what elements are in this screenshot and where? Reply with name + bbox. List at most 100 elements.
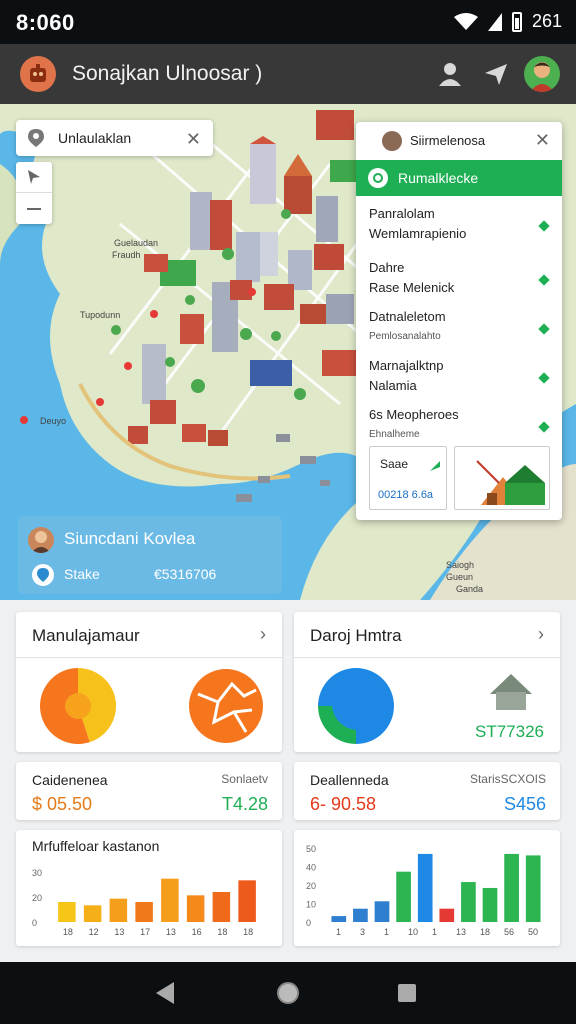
robot-icon: [30, 64, 46, 82]
pie-chart-cracked: [189, 669, 263, 743]
map-place-label: Saiogh: [446, 560, 475, 570]
info-row-detail: Ehnalheme: [369, 429, 420, 440]
card-value: ST77326: [475, 722, 544, 741]
stat-card[interactable]: Deallenneda StarisSCXOIS 6- 90.58 S456: [294, 762, 560, 820]
dashboard-card[interactable]: Daroj Hmtra › ST77326: [294, 612, 560, 752]
dashboard-card[interactable]: Manulajamaur ›: [16, 612, 282, 752]
x-tick-label: 1: [432, 927, 437, 937]
map-controls: [16, 162, 52, 224]
location-pin-icon: [28, 129, 44, 147]
panel-header: Siirmelenosa ✕: [356, 122, 562, 160]
home-button[interactable]: [277, 982, 299, 1004]
x-tick-label: 17: [140, 927, 150, 937]
house-illustration-icon: [476, 460, 545, 505]
chevron-right-icon[interactable]: ›: [538, 624, 544, 645]
info-row-detail: Pemlosanalahto: [369, 331, 441, 342]
panel-title: Siirmelenosa: [410, 133, 486, 148]
user-avatar: [28, 527, 54, 553]
y-tick-label: 20: [32, 893, 42, 903]
info-row-title: Panralolam: [369, 206, 435, 221]
y-tick-label: 40: [306, 863, 316, 873]
stat-card[interactable]: Caidenenea Sonlaetv $ 05.50 T4.28: [16, 762, 282, 820]
user-icon[interactable]: [436, 60, 464, 88]
close-icon[interactable]: ✕: [535, 130, 550, 151]
bar: [461, 882, 476, 922]
app-header: Sonajkan Ulnoosar ): [0, 44, 576, 104]
pie-chart-slices: [318, 668, 394, 744]
chevron-right-icon[interactable]: ›: [260, 624, 266, 645]
x-tick-label: 50: [528, 927, 538, 937]
bar: [417, 853, 433, 922]
bar: [482, 887, 498, 922]
back-icon[interactable]: [156, 982, 176, 1004]
mini-stat-card[interactable]: Saae 00218 6.6a: [369, 446, 447, 510]
map-place-label: Gueun: [446, 572, 474, 582]
info-row-title: Marnajalktnp: [369, 358, 444, 373]
mini-illustration-card[interactable]: [454, 446, 550, 510]
bar-chart-card[interactable]: 50 40 20 10 0 1 3 1 10 1 13 18 56 50: [294, 830, 560, 946]
map-search-box[interactable]: Unlaulaklan ✕: [16, 120, 213, 156]
bar: [212, 892, 231, 922]
donut-center: [332, 678, 384, 730]
app-screen: 8:060 261 Sonajkan Ulnoosar ) Guelaudan …: [0, 0, 576, 1024]
close-icon[interactable]: ✕: [186, 129, 201, 150]
status-diamond-icon: [538, 220, 550, 232]
signal-icon: [487, 12, 502, 31]
profile-avatar[interactable]: [524, 56, 560, 92]
x-tick-label: 18: [480, 927, 490, 937]
y-tick-label: 20: [306, 881, 316, 891]
x-tick-label: 1: [384, 927, 389, 937]
bar: [135, 902, 153, 922]
x-tick-label: 18: [243, 927, 253, 937]
x-tick-label: 3: [360, 927, 365, 937]
map-view[interactable]: Guelaudan Fraudh Tupodunn Deuyo Saiogh G…: [0, 104, 576, 600]
bar: [439, 908, 455, 922]
system-nav-bar: [0, 962, 576, 1024]
bar: [353, 908, 368, 922]
zoom-out-button[interactable]: [16, 193, 52, 224]
map-place-label: Fraudh: [112, 250, 141, 260]
info-row-detail: Wemlamrapienio: [369, 226, 467, 241]
compass-icon: [28, 170, 40, 184]
map-place-label: Guelaudan: [114, 238, 159, 248]
info-row[interactable]: Datnaleletom Pemlosanalahto: [356, 307, 562, 355]
panel-banner[interactable]: Rumalklecke: [356, 160, 562, 196]
info-row[interactable]: Dahre Rase Melenick: [356, 258, 562, 306]
y-tick-label: 10: [306, 900, 316, 910]
compass-button[interactable]: [16, 162, 52, 193]
status-diamond-icon: [538, 274, 550, 286]
navigation-arrow-icon[interactable]: [482, 60, 510, 88]
info-row[interactable]: Marnajalktnp Nalamia: [356, 356, 562, 404]
app-logo[interactable]: [20, 56, 56, 92]
info-row-title: 6s Meopheroes: [369, 407, 459, 422]
stat-value: $ 05.50: [32, 794, 93, 814]
status-bar: 8:060 261: [0, 0, 576, 44]
card-divider: [16, 657, 282, 658]
mini-stat-value: 00218 6.6a: [378, 489, 434, 501]
bar-chart-card[interactable]: Mrfuffeloar kastanon 30 20 0 18 12 13 17 13 16 18…: [16, 830, 282, 946]
map-search-text[interactable]: Unlaulaklan: [58, 130, 131, 146]
bar-chart-mixed: 5040201001 3 1 10 1 13 18 56 50: [306, 844, 541, 937]
leaf-icon: [430, 461, 440, 471]
banner-text: Rumalklecke: [398, 170, 479, 186]
info-row-title: Datnaleletom: [369, 309, 446, 324]
panel-avatar: [382, 131, 402, 151]
x-tick-label: 18: [217, 927, 227, 937]
status-time: 8:060: [16, 10, 75, 35]
info-row[interactable]: Panralolam Wemlamrapienio: [356, 204, 562, 252]
bar: [109, 898, 128, 922]
card-title: Daroj Hmtra: [310, 626, 402, 645]
card-title: Manulajamaur: [32, 626, 140, 645]
person-icon: [31, 531, 51, 553]
x-tick-label: 16: [192, 927, 202, 937]
bar: [186, 895, 205, 922]
user-location-card[interactable]: Siuncdani Kovlea Stake €5316706: [18, 516, 282, 594]
x-tick-label: 12: [89, 927, 99, 937]
status-diamond-icon: [538, 421, 550, 433]
y-tick-label: 0: [306, 918, 311, 928]
battery-level-text: 261: [531, 11, 562, 31]
recents-button[interactable]: [398, 984, 416, 1002]
bar: [525, 855, 541, 922]
status-diamond-icon: [538, 372, 550, 384]
map-place-label: Tupodunn: [80, 310, 121, 320]
